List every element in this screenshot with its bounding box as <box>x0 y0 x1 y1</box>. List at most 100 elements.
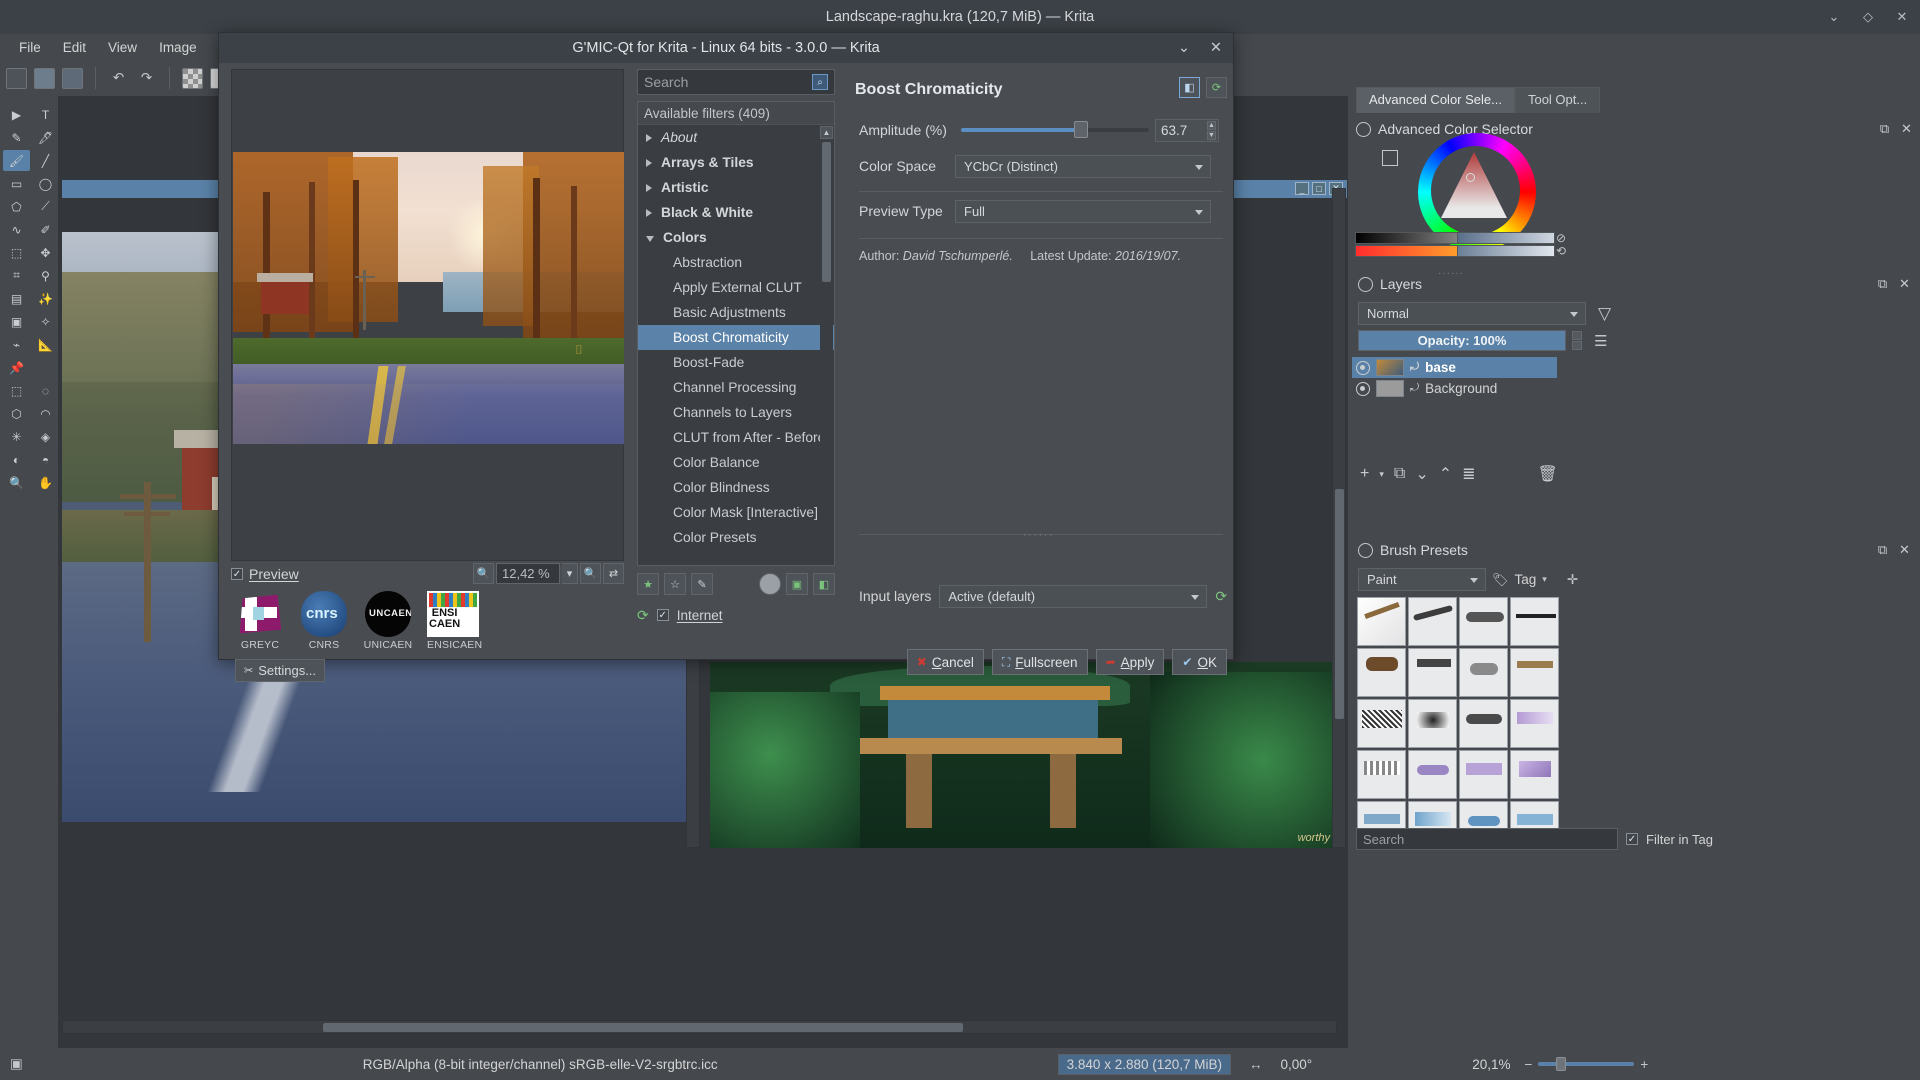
tool-ellipse-select[interactable]: ◌ <box>32 380 59 401</box>
preview-pane[interactable]: ⌷ <box>231 69 624 561</box>
brush-preset-item[interactable] <box>1459 648 1508 697</box>
tool-polyline[interactable]: ⟋ <box>32 196 59 217</box>
gmic-minimize-icon[interactable]: ⌄ <box>1176 40 1192 56</box>
opacity-slider[interactable]: Opacity: 100% <box>1358 330 1566 351</box>
tool-zoom[interactable]: 🔍 <box>3 472 30 493</box>
tool-polygon[interactable]: ⬠ <box>3 196 30 217</box>
filter-in-tag-checkbox[interactable]: ✓ <box>1626 833 1638 845</box>
brush-preset-item[interactable] <box>1357 597 1406 646</box>
canvas-horizontal-scrollbar[interactable] <box>62 1020 1337 1034</box>
duplicate-layer-icon[interactable]: ⧉ <box>1394 465 1405 483</box>
preview-checkbox[interactable]: ✓ <box>231 568 243 580</box>
layer-link-icon[interactable]: ⤾ <box>1410 361 1419 374</box>
tool-freehand-select[interactable]: ◠ <box>32 403 59 424</box>
close-icon[interactable]: ✕ <box>1894 9 1910 25</box>
tool-line[interactable]: ╱ <box>32 150 59 171</box>
color-history-icon[interactable]: ⊘ <box>1556 231 1566 245</box>
tool-freehand-brush[interactable]: 🖌 <box>3 150 30 171</box>
color-reset-icon[interactable]: ⟲ <box>1556 244 1566 258</box>
chevron-right-icon[interactable] <box>646 158 652 167</box>
layer-row-base[interactable]: ⤾ base <box>1352 357 1557 378</box>
brush-preset-item[interactable] <box>1510 750 1559 799</box>
filters-scrollbar-thumb[interactable] <box>822 142 831 282</box>
layer-filter-icon[interactable]: ▽ <box>1598 304 1611 324</box>
blend-mode-combo[interactable]: Normal <box>1358 302 1586 325</box>
minimize-icon[interactable]: ⌄ <box>1826 9 1842 25</box>
tool-transform[interactable]: ⬚ <box>3 242 30 263</box>
brush-preset-item[interactable] <box>1408 597 1457 646</box>
filter-item-color-presets[interactable]: Color Presets <box>638 525 834 550</box>
tool-contiguous-select[interactable]: ✳ <box>3 426 30 447</box>
close-docker-icon[interactable]: ✕ <box>1899 121 1914 137</box>
brush-preset-item[interactable] <box>1459 750 1508 799</box>
color-selector-options-icon[interactable] <box>1382 150 1398 166</box>
filter-item-abstraction[interactable]: Abstraction <box>638 250 834 275</box>
filter-item-channel-processing[interactable]: Channel Processing <box>638 375 834 400</box>
move-layer-up-icon[interactable]: ⌃ <box>1439 464 1452 484</box>
amplitude-slider[interactable] <box>961 121 1149 138</box>
tool-crop[interactable]: ⌗ <box>3 265 30 286</box>
collapse-all-icon[interactable]: ▣ <box>786 573 808 595</box>
brush-preset-item[interactable] <box>1408 699 1457 748</box>
tag-dropdown-icon[interactable]: ▾ <box>1542 574 1547 585</box>
layer-properties-icon[interactable]: ≣ <box>1462 464 1475 484</box>
chevron-right-icon[interactable] <box>646 208 652 217</box>
settings-button[interactable]: ✂ Settings... <box>235 659 326 682</box>
brush-preset-item[interactable] <box>1510 699 1559 748</box>
transparency-checker-icon[interactable] <box>182 67 203 89</box>
tool-fill[interactable]: ▣ <box>3 311 30 332</box>
apply-button[interactable]: ➦ Apply <box>1095 649 1165 675</box>
save-file-icon[interactable] <box>62 67 83 89</box>
chevron-down-icon[interactable] <box>646 236 654 242</box>
filter-item-channels-to-layers[interactable]: Channels to Layers <box>638 400 834 425</box>
filter-category-arrays-tiles[interactable]: Arrays & Tiles <box>638 150 834 175</box>
input-layers-refresh-icon[interactable]: ⟳ <box>1215 588 1227 605</box>
brush-preset-item[interactable] <box>1408 648 1457 697</box>
brush-preset-item[interactable] <box>1357 699 1406 748</box>
params-splitter-handle[interactable]: ······ <box>1023 529 1054 541</box>
brush-preset-item[interactable] <box>1357 648 1406 697</box>
cancel-button[interactable]: ✖ Cancel <box>906 649 984 675</box>
parameters-compare-icon[interactable]: ◧ <box>1179 77 1200 98</box>
brush-search-input[interactable]: Search <box>1363 832 1404 847</box>
internet-checkbox[interactable]: ✓ <box>656 609 669 621</box>
search-input[interactable] <box>644 74 814 90</box>
layer-link-icon-bg[interactable]: ⤾ <box>1410 382 1419 395</box>
filter-visibility-icon[interactable]: ◧ <box>813 573 835 595</box>
shade-gradient-bar-1[interactable] <box>1457 232 1555 244</box>
tool-edit-shapes[interactable]: ✎ <box>3 127 30 148</box>
brush-tag-combo[interactable]: Paint <box>1358 568 1486 591</box>
layer-row-background[interactable]: ⤾ Background <box>1352 378 1557 399</box>
zoom-dropdown-icon[interactable]: ▾ <box>562 563 578 584</box>
tool-assistant[interactable]: ⌁ <box>3 334 30 355</box>
gmic-close-icon[interactable]: ✕ <box>1208 40 1224 56</box>
filter-category-artistic[interactable]: Artistic <box>638 175 834 200</box>
add-fave-icon[interactable]: ★ <box>637 573 659 595</box>
color-space-combo[interactable]: YCbCr (Distinct) <box>955 154 1211 178</box>
menu-edit[interactable]: Edit <box>52 37 97 58</box>
tool-move[interactable]: ✥ <box>32 242 59 263</box>
tool-polygon-select[interactable]: ⬡ <box>3 403 30 424</box>
float-brush-docker-icon[interactable]: ⧉ <box>1875 542 1890 558</box>
parameters-reset-icon[interactable]: ⟳ <box>1206 77 1227 98</box>
expand-all-icon[interactable] <box>759 573 781 595</box>
chevron-right-icon[interactable] <box>646 183 652 192</box>
delete-layer-icon[interactable]: 🗑 <box>1538 464 1558 484</box>
tag-add-icon[interactable]: ✛ <box>1567 572 1578 588</box>
statusbar-zoom-slider[interactable] <box>1538 1057 1635 1071</box>
amplitude-decrement-icon[interactable]: ▼ <box>1207 130 1216 140</box>
preview-type-combo[interactable]: Full <box>955 199 1211 223</box>
tool-select-shapes[interactable]: ▶ <box>3 104 30 125</box>
tab-tool-options[interactable]: Tool Opt... <box>1514 87 1601 113</box>
fullscreen-button[interactable]: ⛶ Fullscreen <box>991 649 1088 675</box>
move-layer-down-icon[interactable]: ⌄ <box>1415 464 1428 484</box>
close-layers-icon[interactable]: ✕ <box>1897 276 1912 292</box>
tool-color-picker[interactable]: ⚲ <box>32 265 59 286</box>
scrollbar-thumb-right[interactable] <box>1335 489 1344 719</box>
tool-similar-select[interactable]: ◈ <box>32 426 59 447</box>
tool-bezier-curve[interactable]: ∿ <box>3 219 30 240</box>
hue-marker[interactable] <box>1466 173 1475 182</box>
statusbar-zoom-out-icon[interactable]: − <box>1524 1057 1532 1072</box>
layer-visibility-icon[interactable] <box>1356 360 1370 375</box>
menu-file[interactable]: File <box>8 37 52 58</box>
